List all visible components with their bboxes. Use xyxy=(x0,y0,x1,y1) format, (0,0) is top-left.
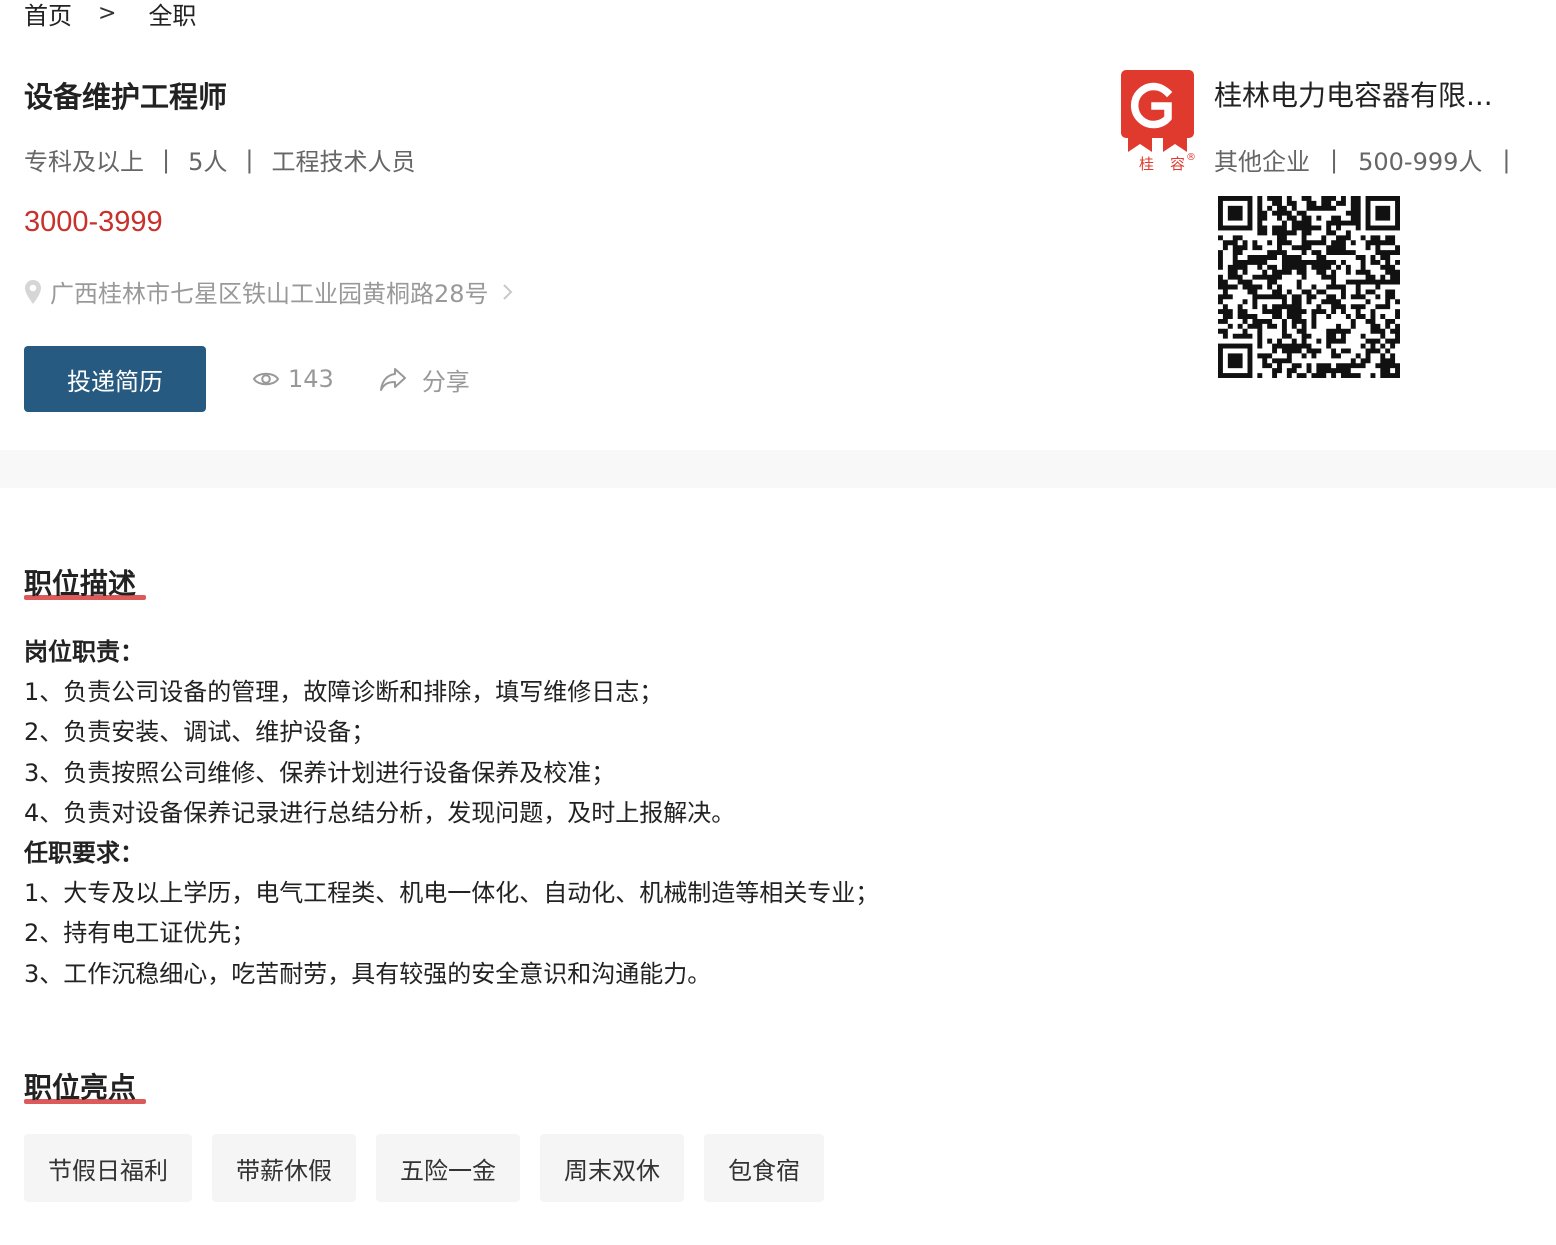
highlight-tag: 五险一金 xyxy=(376,1134,520,1202)
share-arrow-icon xyxy=(379,368,406,391)
view-count-value: 143 xyxy=(288,365,334,393)
breadcrumb-separator: > xyxy=(98,0,117,26)
requirement-item: 1、大专及以上学历，电气工程类、机电一体化、自动化、机械制造等相关专业； xyxy=(24,879,880,908)
share-label: 分享 xyxy=(421,367,470,396)
breadcrumb: 首页 > 全职 xyxy=(24,0,196,30)
duty-item: 3、负责按照公司维修、保养计划进行设备保养及校准； xyxy=(24,758,616,787)
view-count: 143 xyxy=(252,365,334,393)
company-type: 其他企业 xyxy=(1214,148,1310,176)
duty-item: 2、负责安装、调试、维护设备； xyxy=(24,718,376,747)
highlight-tag: 包食宿 xyxy=(704,1134,824,1202)
job-actions: 投递简历 143 分享 xyxy=(24,346,470,412)
qr-code xyxy=(1218,196,1400,378)
duty-item: 4、负责对设备保养记录进行总结分析，发现问题，及时上报解决。 xyxy=(24,798,736,827)
meta-divider: | xyxy=(1330,145,1339,174)
highlight-tag: 周末双休 xyxy=(540,1134,684,1202)
eye-icon xyxy=(252,372,280,386)
company-logo[interactable]: 桂 容 ® xyxy=(1106,68,1200,176)
logo-ribbon xyxy=(1128,138,1152,152)
qr-finder-pattern xyxy=(1365,196,1400,231)
qr-finder-pattern xyxy=(1218,196,1253,231)
logo-registered-mark: ® xyxy=(1186,152,1196,163)
qr-finder-pattern xyxy=(1218,343,1253,378)
location-pin-icon xyxy=(25,279,41,304)
job-education: 专科及以上 xyxy=(24,148,144,176)
company-size: 500-999人 xyxy=(1358,148,1483,176)
section-title-text: 职位描述 xyxy=(24,567,137,600)
job-salary: 3000-3999 xyxy=(24,206,163,238)
section-title-text: 职位亮点 xyxy=(24,1071,137,1104)
apply-resume-button[interactable]: 投递简历 xyxy=(24,346,206,412)
share-button[interactable]: 分享 xyxy=(378,362,470,397)
logo-ribbon xyxy=(1163,138,1187,152)
section-divider xyxy=(0,450,1556,488)
job-headcount: 5人 xyxy=(188,148,228,176)
breadcrumb-current-link[interactable]: 全职 xyxy=(148,0,196,31)
logo-char: 容 xyxy=(1170,155,1185,173)
job-description: 岗位职责： 1、负责公司设备的管理，故障诊断和排除，填写维修日志； 2、负责安装… xyxy=(24,632,879,994)
meta-divider: | xyxy=(245,145,254,174)
highlight-tags: 节假日福利 带薪休假 五险一金 周末双休 包食宿 xyxy=(24,1134,844,1202)
requirements-heading: 任职要求： xyxy=(24,839,144,868)
job-meta: 专科及以上 | 5人 | 工程技术人员 xyxy=(24,142,415,177)
chevron-right-icon xyxy=(502,283,512,300)
duties-heading: 岗位职责： xyxy=(24,638,144,666)
company-meta: 其他企业 | 500-999人 | xyxy=(1214,142,1530,177)
highlight-tag: 节假日福利 xyxy=(24,1134,192,1202)
company-name[interactable]: 桂林电力电容器有限... xyxy=(1214,74,1544,114)
requirement-item: 3、工作沉稳细心，吃苦耐劳，具有较强的安全意识和沟通能力。 xyxy=(24,959,712,988)
meta-divider: | xyxy=(162,145,171,174)
job-category: 工程技术人员 xyxy=(271,148,416,176)
meta-divider: | xyxy=(1502,145,1511,174)
highlight-tag: 带薪休假 xyxy=(212,1134,356,1202)
section-title-highlights: 职位亮点 xyxy=(24,1066,146,1106)
job-title: 设备维护工程师 xyxy=(24,80,228,114)
requirement-item: 2、持有电工证优先； xyxy=(24,919,256,948)
logo-char: 桂 xyxy=(1139,155,1154,173)
address-text: 广西桂林市七星区铁山工业园黄桐路28号 xyxy=(50,280,489,308)
breadcrumb-home-link[interactable]: 首页 xyxy=(24,0,72,31)
duty-item: 1、负责公司设备的管理，故障诊断和排除，填写维修日志； xyxy=(24,678,664,707)
job-address[interactable]: 广西桂林市七星区铁山工业园黄桐路28号 xyxy=(24,274,515,309)
section-title-description: 职位描述 xyxy=(24,562,146,602)
